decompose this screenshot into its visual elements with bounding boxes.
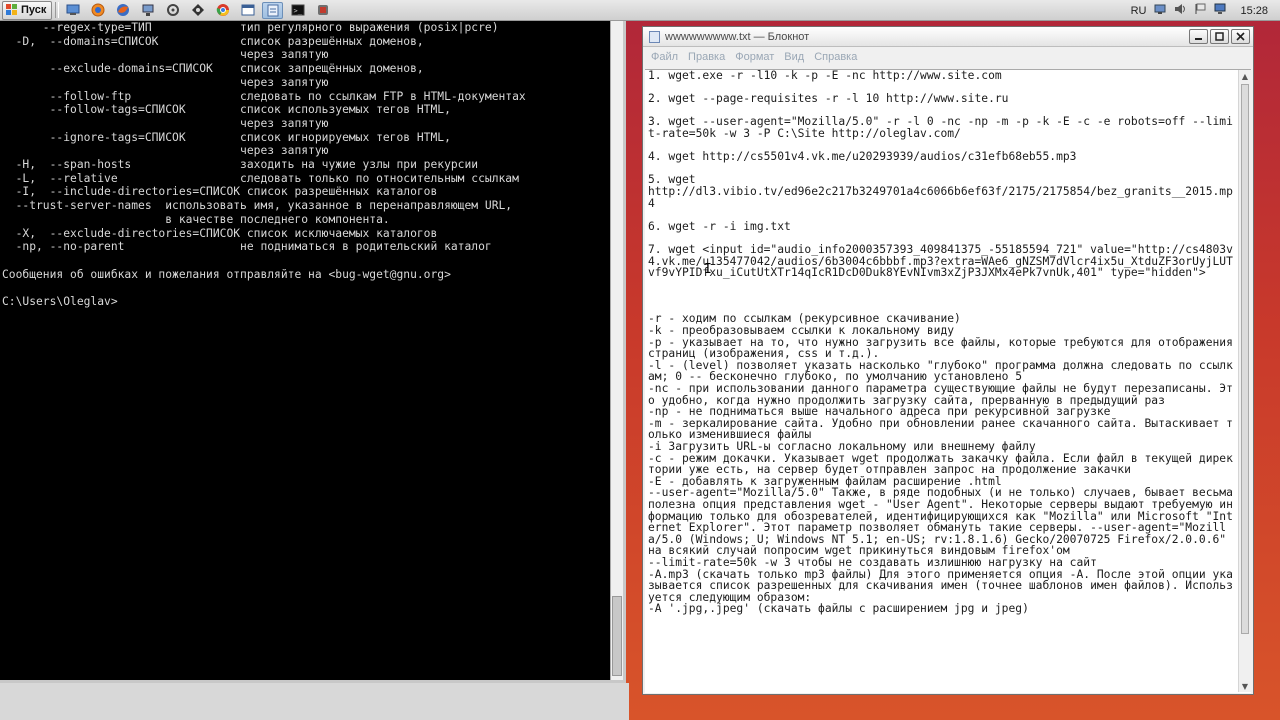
minimize-button[interactable] <box>1189 29 1208 44</box>
console-line: в качестве последнего компонента. <box>2 212 390 226</box>
console-scrollbar-thumb[interactable] <box>612 596 622 676</box>
console-line: через запятую <box>2 116 329 130</box>
console-line: -H, --span-hosts заходить на чужие узлы … <box>2 158 479 172</box>
console-line: --regex-type=ТИП тип регулярного выражен… <box>2 21 499 34</box>
console-line: -I, --include-directories=СПИСОК список … <box>2 185 438 199</box>
menu-file[interactable]: Файл <box>649 51 686 63</box>
desktop-icon[interactable] <box>62 2 83 19</box>
console-line: -D, --domains=СПИСОК список разрешённых … <box>2 34 424 48</box>
scroll-up-icon[interactable]: ▲ <box>1239 70 1251 82</box>
console-line: -L, --relative следовать только по относ… <box>2 171 519 185</box>
minimize-icon <box>1195 38 1202 40</box>
svg-text:>_: >_ <box>293 7 302 15</box>
console-line: через запятую <box>2 75 329 89</box>
console-line: --exclude-domains=СПИСОК список запрещён… <box>2 62 424 76</box>
firefox-icon[interactable] <box>112 2 133 19</box>
console-line: --trust-server-names использовать имя, у… <box>2 199 513 213</box>
notepad-menubar: Файл Правка Формат Вид Справка <box>643 47 1253 67</box>
network-icon[interactable] <box>137 2 158 19</box>
language-indicator[interactable]: RU <box>1131 5 1147 17</box>
notepad-text[interactable]: 1. wget.exe -r -l10 -k -p -E -nc http://… <box>648 70 1236 692</box>
start-button[interactable]: Пуск <box>2 0 53 20</box>
menu-view[interactable]: Вид <box>782 51 812 63</box>
console-line: --ignore-tags=СПИСОК список игнорируемых… <box>2 130 451 144</box>
notepad-scrollbar[interactable]: ▲ ▼ <box>1238 70 1251 692</box>
console-line: C:\Users\Oleglav> <box>2 295 118 309</box>
taskbar-separator <box>55 2 60 18</box>
chrome-icon[interactable] <box>212 2 233 19</box>
system-tray: RU 15:28 <box>1131 0 1280 21</box>
windows-logo-icon <box>6 4 18 16</box>
volume-icon[interactable] <box>1174 3 1186 18</box>
console-line: -np, --no-parent не подниматься в родите… <box>2 240 492 254</box>
maximize-button[interactable] <box>1210 29 1229 44</box>
text-cursor-icon: I <box>704 262 712 277</box>
console-line: через запятую <box>2 144 329 158</box>
taskbar: Пуск >_ RU 15:28 <box>0 0 1280 21</box>
console-line: Сообщения об ошибках и пожелания отправл… <box>2 267 451 281</box>
notepad-title: wwwwwwwww.txt — Блокнот <box>665 30 810 43</box>
notepad-window[interactable]: wwwwwwwww.txt — Блокнот Файл Правка Форм… <box>642 26 1254 695</box>
maximize-icon <box>1215 32 1224 41</box>
menu-edit[interactable]: Правка <box>686 51 733 63</box>
console-window[interactable]: --regex-type=ТИП тип регулярного выражен… <box>0 21 626 683</box>
network-tray-icon[interactable] <box>1154 3 1166 18</box>
flag-icon[interactable] <box>1194 3 1206 18</box>
console-line: через запятую <box>2 48 329 62</box>
menu-format[interactable]: Формат <box>733 51 782 63</box>
console-line: -X, --exclude-directories=СПИСОК список … <box>2 226 438 240</box>
console-scrollbar[interactable] <box>610 21 623 680</box>
settings-icon[interactable] <box>187 2 208 19</box>
console-icon[interactable]: >_ <box>287 2 308 19</box>
close-icon <box>1236 32 1245 41</box>
scroll-down-icon[interactable]: ▼ <box>1239 680 1251 692</box>
console-output: --regex-type=ТИП тип регулярного выражен… <box>2 21 612 676</box>
clock[interactable]: 15:28 <box>1240 5 1268 17</box>
app-icon[interactable] <box>312 2 333 19</box>
start-label: Пуск <box>21 4 47 16</box>
console-bottom-frame <box>0 683 629 720</box>
notepad-app-icon <box>649 30 660 43</box>
notepad-scrollbar-thumb[interactable] <box>1241 84 1249 634</box>
tool-icon[interactable] <box>162 2 183 19</box>
close-button[interactable] <box>1231 29 1250 44</box>
console-line: --follow-ftp следовать по ссылкам FTP в … <box>2 89 526 103</box>
menu-help[interactable]: Справка <box>812 51 865 63</box>
notepad-editor[interactable]: 1. wget.exe -r -l10 -k -p -E -nc http://… <box>645 69 1251 693</box>
window-icon[interactable] <box>237 2 258 19</box>
notepad-icon[interactable] <box>262 1 284 19</box>
console-line: --follow-tags=СПИСОК список используемых… <box>2 103 451 117</box>
monitor-icon[interactable] <box>1214 3 1226 18</box>
notepad-titlebar[interactable]: wwwwwwwww.txt — Блокнот <box>643 27 1253 47</box>
browser-icon[interactable] <box>87 2 108 19</box>
